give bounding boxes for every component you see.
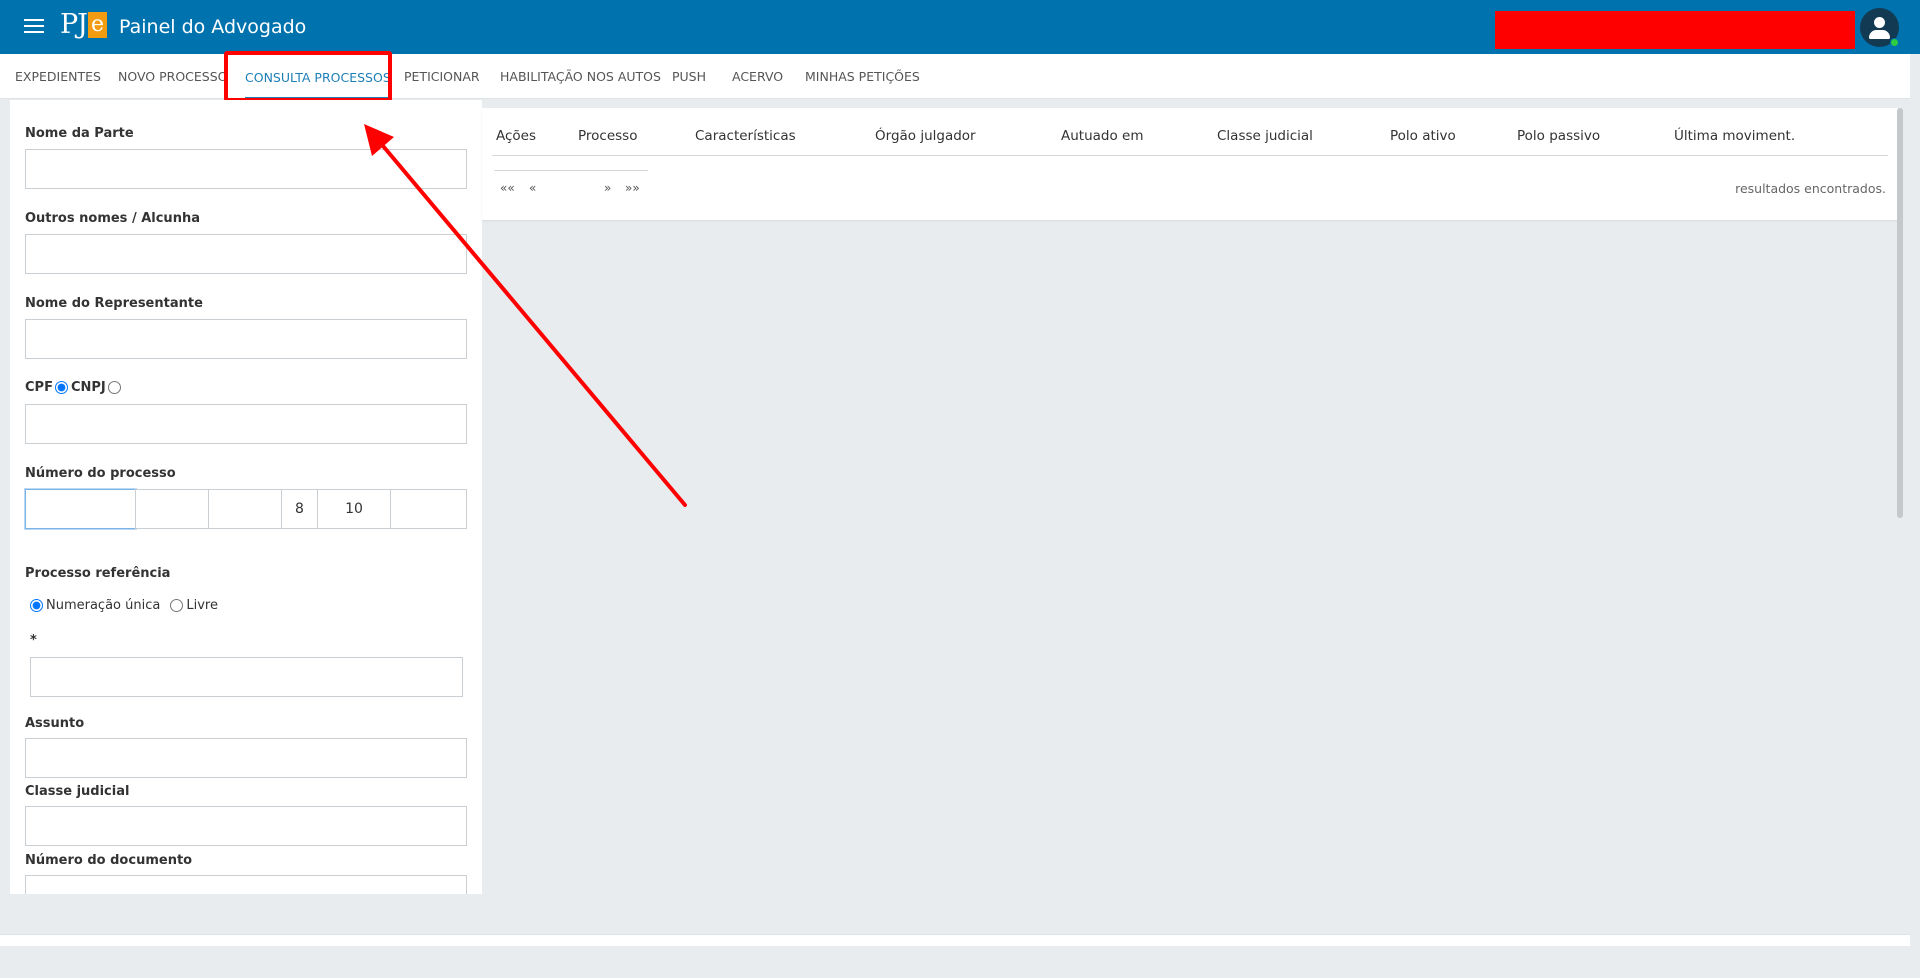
- column-header-polo-passivo[interactable]: Polo passivo: [1517, 128, 1600, 144]
- cpf-cnpj-input[interactable]: [25, 404, 467, 444]
- footer-strip: [10, 894, 1904, 934]
- redacted-user-info: [1495, 11, 1855, 49]
- classe-judicial-input[interactable]: [25, 806, 467, 846]
- page-title: Painel do Advogado: [119, 16, 307, 38]
- numero-processo-segmento-input[interactable]: [281, 489, 318, 529]
- processo-referencia-input[interactable]: [30, 657, 463, 697]
- tab-peticionar[interactable]: PETICIONAR: [404, 54, 480, 99]
- page-scrollbar[interactable]: [1897, 108, 1903, 518]
- search-form-panel: Nome da Parte Outros nomes / Alcunha Nom…: [10, 100, 482, 894]
- tab-expedientes[interactable]: EXPEDIENTES: [15, 54, 101, 99]
- outros-nomes-label: Outros nomes / Alcunha: [25, 211, 200, 226]
- tab-acervo[interactable]: ACERVO: [732, 54, 783, 99]
- results-table: Ações Processo Características Órgão jul…: [482, 108, 1898, 220]
- pager-prev-button[interactable]: «: [529, 181, 536, 195]
- numero-documento-label: Número do documento: [25, 853, 193, 868]
- nome-parte-input[interactable]: [25, 149, 467, 189]
- tab-consulta-processos[interactable]: CONSULTA PROCESSOS: [245, 54, 391, 99]
- column-header-ultima-movimentacao[interactable]: Última moviment.: [1674, 128, 1795, 144]
- required-mark: *: [30, 633, 37, 648]
- pager-last-button[interactable]: »»: [625, 181, 640, 195]
- column-header-caracteristicas: Características: [695, 128, 796, 144]
- numero-processo-label: Número do processo: [25, 466, 176, 481]
- numero-processo-ano-input[interactable]: [208, 489, 282, 529]
- results-count-text: resultados encontrados.: [1735, 181, 1886, 196]
- cnpj-radio[interactable]: [107, 381, 121, 394]
- bottom-bar: [0, 934, 1910, 946]
- online-status-icon: [1890, 38, 1899, 47]
- main-tabs: EXPEDIENTES NOVO PROCESSO CONSULTA PROCE…: [0, 54, 1910, 99]
- top-header: PJ e Painel do Advogado: [0, 0, 1920, 54]
- numero-documento-input[interactable]: [25, 875, 467, 894]
- livre-label: Livre: [186, 598, 218, 613]
- numero-processo-origem-input[interactable]: [390, 489, 467, 529]
- column-header-processo[interactable]: Processo: [578, 128, 637, 144]
- livre-radio[interactable]: [170, 599, 184, 612]
- tab-habilitacao-nos-autos[interactable]: HABILITAÇÃO NOS AUTOS: [500, 54, 661, 99]
- column-header-autuado-em[interactable]: Autuado em: [1061, 128, 1144, 144]
- tab-minhas-peticoes[interactable]: MINHAS PETIÇÕES: [805, 54, 920, 99]
- logo-e-badge: e: [88, 12, 108, 38]
- column-header-polo-ativo[interactable]: Polo ativo: [1390, 128, 1456, 144]
- table-header-divider: [492, 155, 1888, 156]
- pager-divider: [494, 170, 648, 171]
- nome-representante-label: Nome do Representante: [25, 296, 203, 311]
- processo-referencia-label: Processo referência: [25, 566, 171, 581]
- cnpj-label: CNPJ: [70, 380, 106, 395]
- column-header-classe-judicial[interactable]: Classe judicial: [1217, 128, 1313, 144]
- assunto-input[interactable]: [25, 738, 467, 778]
- tab-novo-processo[interactable]: NOVO PROCESSO: [118, 54, 228, 99]
- pager-next-button[interactable]: »: [604, 181, 611, 195]
- user-avatar-icon[interactable]: [1860, 8, 1899, 47]
- processo-referencia-radio-group: Numeração única Livre: [28, 598, 218, 613]
- numero-processo-tribunal-input[interactable]: [317, 489, 391, 529]
- assunto-label: Assunto: [25, 716, 85, 731]
- column-header-acoes: Ações: [496, 128, 537, 144]
- pager-first-button[interactable]: ««: [500, 181, 515, 195]
- nome-parte-label: Nome da Parte: [25, 126, 134, 141]
- cpf-radio[interactable]: [54, 381, 68, 394]
- column-header-orgao-julgador[interactable]: Órgão julgador: [875, 128, 976, 144]
- hamburger-menu-icon[interactable]: [22, 15, 48, 39]
- nome-representante-input[interactable]: [25, 319, 467, 359]
- numeracao-unica-label: Numeração única: [46, 598, 161, 613]
- classe-judicial-label: Classe judicial: [25, 784, 130, 799]
- cpf-label: CPF: [25, 380, 53, 395]
- numero-processo-digito-input[interactable]: [135, 489, 209, 529]
- numeracao-unica-radio[interactable]: [30, 599, 43, 612]
- numero-processo-sequencial-input[interactable]: [25, 489, 136, 529]
- cpf-cnpj-radio-group: CPF CNPJ: [25, 380, 124, 395]
- logo-pj-text: PJ: [60, 9, 88, 40]
- tab-push[interactable]: PUSH: [672, 54, 706, 99]
- outros-nomes-input[interactable]: [25, 234, 467, 274]
- pje-logo[interactable]: PJ e: [60, 9, 108, 47]
